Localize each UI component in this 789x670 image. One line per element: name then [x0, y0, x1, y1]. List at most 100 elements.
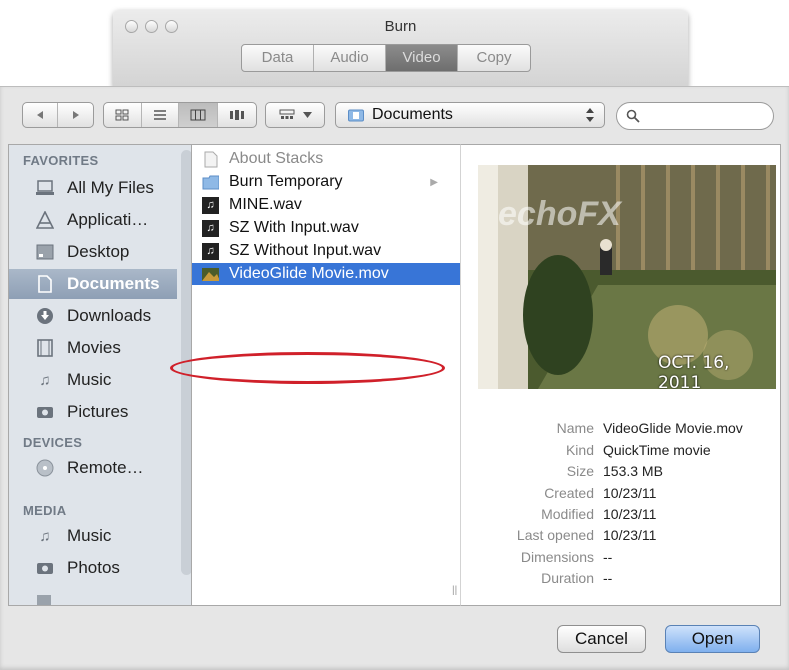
watermark-text: echoFX [498, 195, 621, 233]
info-row-dimensions: Dimensions -- [461, 549, 781, 569]
arrange-icon [279, 109, 294, 119]
column-view-button[interactable] [179, 103, 218, 127]
folder-icon [202, 174, 219, 191]
info-key: Modified [541, 506, 594, 522]
view-mode-buttons [103, 102, 257, 128]
info-row-created: Created 10/23/11 [461, 485, 781, 505]
sidebar-item-desktop[interactable]: Desktop [9, 237, 177, 267]
sidebar-item-label: Desktop [67, 242, 130, 261]
all-files-icon [35, 179, 55, 197]
back-forward-buttons [22, 102, 94, 128]
sidebar-item-label: Downloads [67, 306, 152, 325]
file-name: Burn Temporary [229, 173, 343, 190]
desktop-icon [35, 243, 55, 261]
sidebar-item-all-my-files[interactable]: All My Files [9, 173, 177, 203]
sidebar-item-label: Remote… [67, 458, 144, 477]
info-value: 10/23/11 [603, 506, 657, 522]
photos-icon [35, 559, 55, 577]
music-icon: ♫ [39, 527, 51, 545]
sidebar-item-label: Photos [67, 558, 120, 577]
tab-audio[interactable]: Audio [314, 45, 386, 71]
movie-file-icon [202, 266, 219, 283]
location-popup[interactable]: Documents [335, 102, 605, 128]
forward-arrow-icon [72, 111, 79, 119]
column-view-icon [190, 109, 206, 121]
disclosure-arrow-icon: ▶ [430, 176, 438, 188]
back-button[interactable] [23, 103, 59, 127]
icon-view-icon [115, 109, 129, 121]
file-row[interactable]: ♫ MINE.wav [192, 194, 460, 216]
highlight-annotation-circle [170, 352, 445, 384]
info-key: Created [544, 485, 594, 501]
search-icon [626, 109, 640, 123]
info-row-duration: Duration -- [461, 570, 781, 590]
sidebar-item-label: All My Files [67, 178, 154, 197]
info-value: 10/23/11 [603, 485, 657, 501]
sidebar-item-documents[interactable]: Documents [9, 269, 177, 299]
info-value: VideoGlide Movie.mov [603, 420, 743, 436]
chevron-down-icon [302, 112, 312, 118]
sidebar-item-label: Applicati… [67, 210, 149, 229]
open-dialog: Documents FAVORITES All My Files Applica… [0, 86, 789, 670]
file-name: MINE.wav [229, 196, 302, 213]
audio-file-icon: ♫ [202, 196, 219, 214]
column-resize-handle[interactable]: || [452, 585, 457, 596]
file-row-selected[interactable]: VideoGlide Movie.mov [192, 263, 460, 285]
mode-tabs: Data Audio Video Copy [241, 44, 531, 72]
info-key: Kind [565, 442, 594, 458]
info-value: -- [603, 549, 613, 565]
sidebar-item-remote-disc[interactable]: Remote… [9, 453, 177, 483]
sidebar-item-music[interactable]: ♫ Music [9, 365, 177, 395]
pictures-icon [35, 403, 55, 421]
file-row[interactable]: ♫ SZ With Input.wav [192, 217, 460, 239]
info-value: 153.3 MB [603, 463, 663, 479]
file-name: SZ Without Input.wav [229, 242, 382, 259]
back-arrow-icon [37, 111, 43, 119]
info-value: -- [603, 570, 613, 586]
forward-button[interactable] [58, 103, 93, 127]
cover-flow-button[interactable] [218, 103, 256, 127]
file-row[interactable]: ♫ SZ Without Input.wav [192, 240, 460, 262]
sidebar-item-label: Movies [67, 338, 121, 357]
sidebar-item-label: Music [67, 370, 112, 389]
tab-data[interactable]: Data [242, 45, 314, 71]
tab-copy[interactable]: Copy [458, 45, 530, 71]
audio-file-icon: ♫ [202, 219, 219, 237]
info-key: Size [566, 463, 594, 479]
list-view-icon [153, 110, 166, 120]
sidebar-item-pictures[interactable]: Pictures [9, 397, 177, 427]
info-key: Last opened [516, 527, 594, 543]
sidebar-item-downloads[interactable]: Downloads [9, 301, 177, 331]
dialog-toolbar: Documents [0, 87, 789, 143]
document-icon [202, 151, 219, 168]
open-button[interactable]: Open [665, 625, 760, 653]
documents-icon [35, 275, 55, 293]
tab-video[interactable]: Video [386, 45, 458, 71]
sidebar-item-photos[interactable]: Photos [9, 553, 177, 583]
window-title: Burn [384, 18, 417, 35]
sidebar-item-label: Documents [67, 274, 160, 293]
sidebar-header-media: MEDIA [23, 503, 67, 518]
arrange-menu-button[interactable] [265, 102, 325, 128]
file-name: About Stacks [229, 150, 324, 167]
list-view-button[interactable] [142, 103, 180, 127]
sidebar-item-applications[interactable]: Applicati… [9, 205, 177, 235]
downloads-icon [35, 307, 55, 325]
file-row[interactable]: Burn Temporary ▶ [192, 171, 460, 193]
video-thumbnail: echoFX OCT. 16, 2011 [478, 165, 776, 389]
sidebar-item-movies[interactable]: Movies [9, 333, 177, 363]
file-row[interactable]: About Stacks [192, 148, 460, 170]
preview-pane: echoFX OCT. 16, 2011 Name VideoGlide Mov… [461, 144, 781, 606]
search-field[interactable] [616, 102, 774, 130]
date-stamp: OCT. 16, 2011 [658, 353, 730, 389]
sidebar-item-media-music[interactable]: ♫ Music [9, 521, 177, 551]
info-key: Dimensions [520, 549, 594, 565]
sidebar-item-label: Music [67, 526, 112, 545]
applications-icon [35, 211, 55, 229]
documents-folder-icon [348, 109, 364, 122]
cover-flow-icon [229, 110, 244, 120]
info-value: 10/23/11 [603, 527, 657, 543]
cancel-button[interactable]: Cancel [557, 625, 646, 653]
icon-view-button[interactable] [104, 103, 142, 127]
updown-arrows-icon [586, 108, 594, 122]
